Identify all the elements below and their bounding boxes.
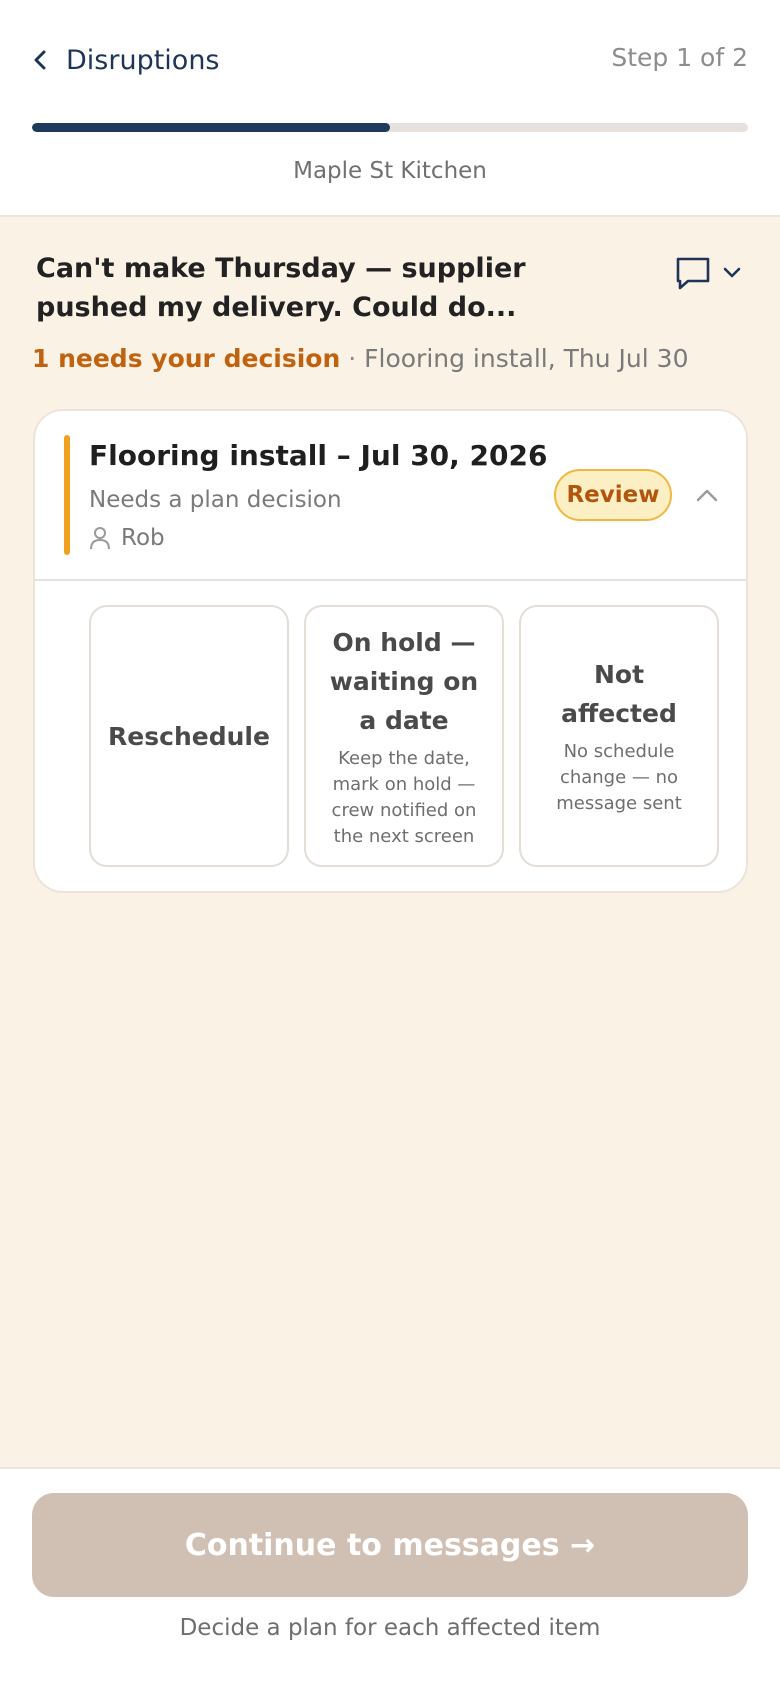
review-badge[interactable]: Review — [554, 469, 672, 521]
chevron-down-icon — [723, 267, 741, 278]
step-indicator: Step 1 of 2 — [611, 43, 748, 72]
option-title: Reschedule — [108, 721, 270, 751]
main-content: Can't make Thursday — supplier pushed my… — [0, 217, 780, 1467]
message-preview: Can't make Thursday — supplier pushed my… — [36, 253, 526, 323]
card-subtitle: Needs a plan decision — [89, 487, 342, 513]
project-name: Maple St Kitchen — [293, 158, 487, 184]
progress-fill — [32, 123, 390, 132]
person-icon — [90, 527, 110, 550]
disruption-card: Flooring install – Jul 30, 2026 Needs a … — [33, 409, 748, 893]
message-toggle[interactable] — [674, 255, 742, 291]
option-title: On hold — waiting on a date — [329, 627, 479, 735]
chevron-up-icon — [696, 489, 718, 502]
back-label: Disruptions — [66, 44, 220, 76]
plan-options: Reschedule On hold — waiting on a date K… — [89, 605, 719, 867]
back-button[interactable]: Disruptions — [30, 40, 220, 80]
collapse-button[interactable] — [693, 481, 721, 509]
chevron-left-icon — [34, 50, 46, 70]
assignee-name: Rob — [121, 525, 165, 551]
option-reschedule[interactable]: Reschedule — [89, 605, 289, 867]
footer: Continue to messages → Decide a plan for… — [0, 1467, 780, 1688]
decision-detail: Flooring install, Thu Jul 30 — [364, 344, 689, 373]
assignee: Rob — [89, 525, 165, 551]
header: Disruptions Step 1 of 2 Maple St Kitchen — [0, 0, 780, 217]
decision-count: 1 needs your decision — [32, 344, 341, 373]
option-title: Not affected — [561, 660, 677, 728]
card-title: Flooring install – Jul 30, 2026 — [89, 439, 548, 472]
status-accent-bar — [64, 435, 70, 555]
continue-button[interactable]: Continue to messages → — [32, 1493, 748, 1597]
chat-icon — [676, 257, 710, 290]
card-header[interactable]: Flooring install – Jul 30, 2026 Needs a … — [35, 411, 746, 581]
summary-separator: · — [348, 344, 357, 373]
footer-hint: Decide a plan for each affected item — [179, 1615, 601, 1641]
decision-summary: 1 needs your decision · Flooring install… — [32, 342, 752, 376]
option-description: No schedule change — no message sent — [556, 741, 682, 814]
option-on-hold[interactable]: On hold — waiting on a date Keep the dat… — [304, 605, 504, 867]
option-description: Keep the date, mark on hold — crew notif… — [331, 747, 477, 847]
option-not-affected[interactable]: Not affected No schedule change — no mes… — [519, 605, 719, 867]
progress-bar — [32, 123, 748, 132]
